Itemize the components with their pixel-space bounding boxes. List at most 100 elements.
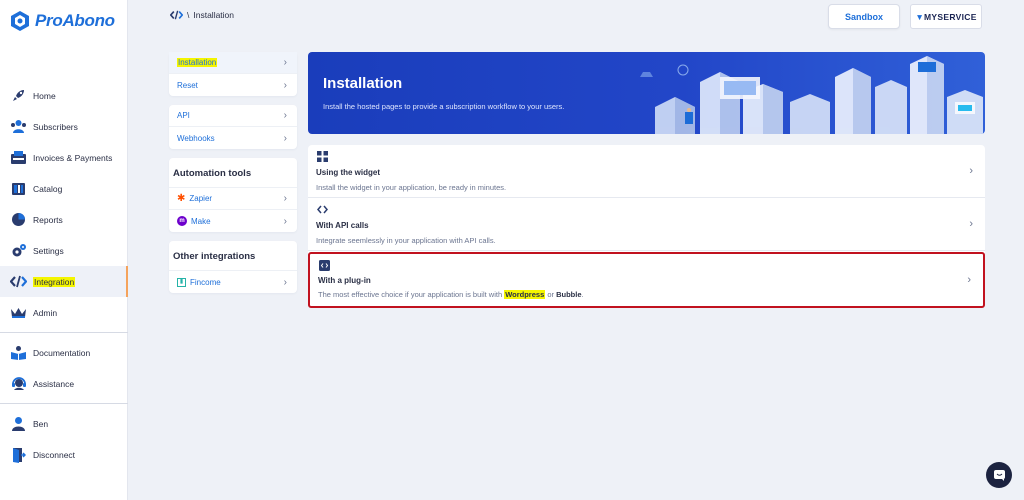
nav-label: Assistance	[33, 378, 75, 389]
menu-item-installation[interactable]: Installation ›	[169, 52, 297, 74]
nav-item-assistance[interactable]: Assistance	[0, 368, 128, 399]
code-icon	[10, 273, 27, 290]
menu-item-fincome[interactable]: ▮ Fincome ›	[169, 271, 297, 293]
zapier-icon: ✱	[177, 193, 186, 204]
brand-v-icon: ▼	[915, 11, 925, 22]
book-icon	[10, 344, 27, 361]
nav-label: Documentation	[33, 347, 91, 358]
breadcrumb-separator: \	[187, 10, 190, 20]
nav-item-documentation[interactable]: Documentation	[0, 337, 128, 368]
nav-label: Subscribers	[33, 121, 78, 132]
option-widget[interactable]: Using the widget Install the widget in y…	[308, 145, 985, 198]
nav-item-invoices[interactable]: Invoices & Payments	[0, 142, 128, 173]
nav-label: Home	[33, 90, 56, 101]
menu-item-label: Installation	[177, 58, 218, 67]
chevron-right-icon: ›	[283, 193, 287, 204]
service-brand-logo[interactable]: ▼ MYSERVICE	[910, 4, 982, 29]
menu-item-label: Fincome	[190, 277, 221, 287]
menu-item-make[interactable]: m Make ›	[169, 210, 297, 232]
invoice-icon	[10, 149, 27, 166]
menu-group-other: Other integrations ▮ Fincome ›	[169, 241, 297, 293]
menu-item-api[interactable]: API ›	[169, 105, 297, 127]
nav-item-admin[interactable]: Admin	[0, 297, 128, 328]
code-brackets-icon	[317, 205, 328, 214]
description-or: or	[545, 290, 557, 299]
nav-label: Disconnect	[33, 449, 76, 460]
nav-item-user[interactable]: Ben	[0, 408, 128, 439]
rocket-icon	[10, 87, 27, 104]
nav-item-home[interactable]: Home	[0, 80, 128, 111]
menu-item-reset[interactable]: Reset ›	[169, 74, 297, 96]
catalog-icon	[10, 180, 27, 197]
service-brand: MYSERVICE	[924, 11, 977, 22]
headset-icon	[10, 375, 27, 392]
breadcrumb: \ Installation	[170, 10, 234, 20]
automation-title: Automation tools	[169, 158, 297, 188]
installation-banner: Installation Install the hosted pages to…	[308, 52, 985, 134]
chevron-right-icon: ›	[283, 110, 287, 121]
menu-item-label: Reset	[177, 80, 198, 90]
menu-group-installation: Installation › Reset ›	[169, 52, 297, 96]
option-plugin[interactable]: With a plug-in The most effective choice…	[308, 252, 985, 308]
chat-button[interactable]	[986, 462, 1012, 488]
nav-item-reports[interactable]: Reports	[0, 204, 128, 235]
menu-item-label: API	[177, 111, 190, 120]
bubble-link[interactable]: Bubble	[556, 290, 581, 299]
chevron-right-icon: ›	[969, 165, 973, 177]
nav-item-catalog[interactable]: Catalog	[0, 173, 128, 204]
main-nav: Home Subscribers Invoices & Payments Cat…	[0, 80, 128, 470]
top-actions: Sandbox ▼ MYSERVICE	[828, 4, 982, 29]
menu-item-label: Zapier	[189, 194, 213, 203]
sandbox-button[interactable]: Sandbox	[828, 4, 900, 29]
nav-item-integration[interactable]: Integration	[0, 266, 128, 297]
user-icon	[10, 415, 27, 432]
code-icon	[170, 10, 183, 20]
chat-icon	[993, 469, 1005, 481]
option-api-calls[interactable]: With API calls Integrate seemlessly in y…	[308, 198, 985, 251]
chevron-right-icon: ›	[283, 215, 287, 227]
plugin-icon	[319, 260, 330, 271]
gears-icon	[10, 242, 27, 259]
nav-divider	[0, 403, 128, 404]
nav-item-subscribers[interactable]: Subscribers	[0, 111, 128, 142]
logo-icon	[11, 11, 29, 31]
nav-label: Ben	[33, 418, 49, 429]
menu-item-zapier[interactable]: ✱ Zapier ›	[169, 188, 297, 210]
fincome-icon: ▮	[177, 277, 186, 287]
nav-label: Reports	[33, 214, 63, 225]
make-icon: m	[177, 216, 187, 226]
door-icon	[10, 446, 27, 463]
chevron-right-icon: ›	[967, 274, 971, 286]
menu-item-webhooks[interactable]: Webhooks ›	[169, 127, 297, 149]
crown-icon	[10, 304, 27, 321]
breadcrumb-current: Installation	[193, 10, 235, 20]
banner-title: Installation	[323, 75, 403, 92]
nav-label: Settings	[33, 245, 64, 256]
menu-group-automation: Automation tools ✱ Zapier › m Make ›	[169, 158, 297, 232]
chevron-right-icon: ›	[283, 132, 287, 144]
option-description: Install the widget in your application, …	[316, 183, 507, 192]
sidebar: ProAbono Home Subscribers Invoices & Pay…	[0, 0, 128, 500]
installation-options: Using the widget Install the widget in y…	[308, 145, 985, 308]
other-integrations-title: Other integrations	[169, 241, 297, 271]
menu-item-label: Webhooks	[177, 133, 215, 143]
wordpress-link[interactable]: Wordpress	[504, 290, 546, 299]
nav-item-disconnect[interactable]: Disconnect	[0, 439, 128, 470]
chevron-right-icon: ›	[283, 79, 287, 91]
chevron-right-icon: ›	[283, 57, 287, 68]
option-title: With a plug-in	[318, 276, 371, 285]
option-description: Integrate seemlessly in your application…	[316, 236, 496, 245]
app-logo[interactable]: ProAbono	[10, 10, 115, 32]
menu-item-label: Make	[191, 216, 211, 226]
nav-item-settings[interactable]: Settings	[0, 235, 128, 266]
option-title: With API calls	[316, 221, 369, 230]
option-title: Using the widget	[316, 168, 380, 177]
nav-divider	[0, 332, 128, 333]
nav-label: Integration	[33, 276, 76, 287]
description-text: The most effective choice if your applic…	[318, 290, 505, 299]
pie-chart-icon	[10, 211, 27, 228]
menu-group-api: API › Webhooks ›	[169, 105, 297, 149]
widget-icon	[317, 151, 328, 162]
subscribers-icon	[10, 118, 27, 135]
description-period: .	[581, 290, 584, 299]
